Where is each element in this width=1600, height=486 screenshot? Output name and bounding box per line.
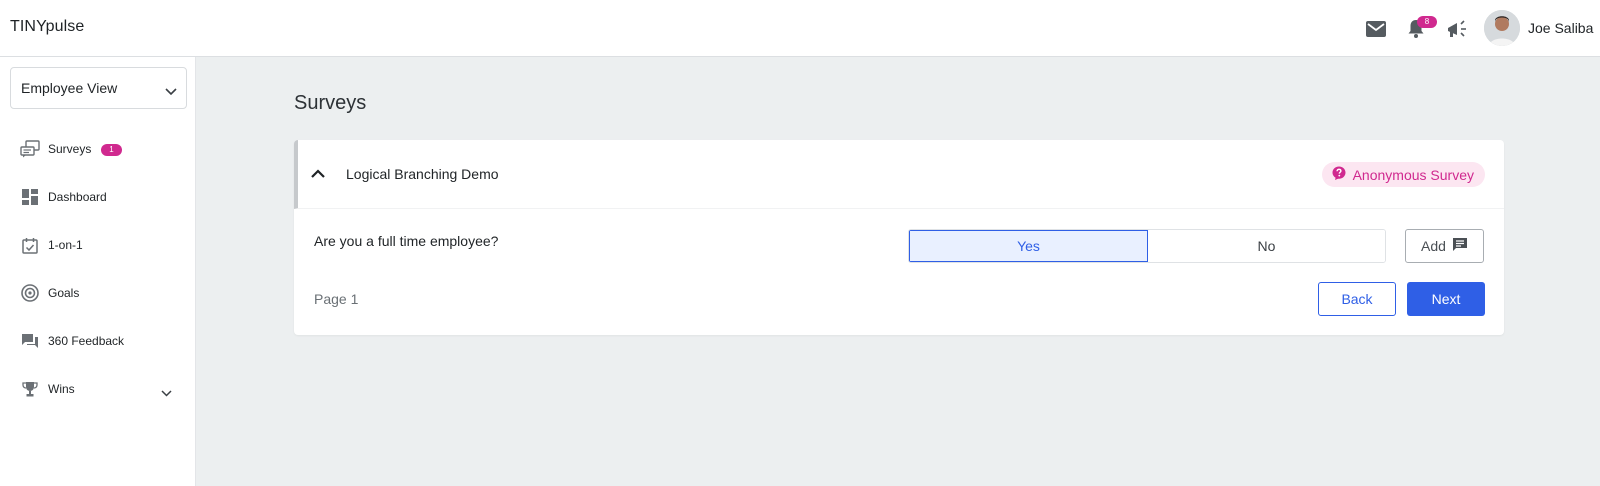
chevron-down-icon[interactable] bbox=[161, 384, 172, 402]
avatar[interactable] bbox=[1484, 10, 1520, 46]
sidebar-item-1-on-1[interactable]: 1-on-1 bbox=[0, 225, 196, 265]
comment-icon bbox=[1452, 237, 1468, 255]
feedback-icon bbox=[20, 331, 40, 351]
user-name[interactable]: Joe Saliba bbox=[1528, 20, 1593, 36]
survey-card: Logical Branching Demo Anonymous Survey … bbox=[294, 140, 1504, 335]
help-icon bbox=[1332, 166, 1346, 183]
page-indicator: Page 1 bbox=[314, 291, 359, 307]
page-title: Surveys bbox=[294, 92, 367, 114]
sidebar-item-label: 360 Feedback bbox=[48, 334, 125, 348]
sidebar-item-label: Goals bbox=[48, 286, 80, 300]
answer-toggle: Yes No bbox=[908, 229, 1386, 263]
question-text: Are you a full time employee? bbox=[314, 233, 499, 249]
anonymous-survey-label: Anonymous Survey bbox=[1352, 166, 1474, 183]
sidebar-item-goals[interactable]: Goals bbox=[0, 273, 196, 313]
mail-icon[interactable] bbox=[1365, 18, 1387, 40]
chevron-down-icon bbox=[165, 83, 177, 101]
answer-yes-button[interactable]: Yes bbox=[909, 230, 1148, 262]
megaphone-icon[interactable] bbox=[1446, 18, 1468, 40]
back-button[interactable]: Back bbox=[1318, 282, 1396, 316]
sidebar-item-dashboard[interactable]: Dashboard bbox=[0, 177, 196, 217]
sidebar-item-surveys[interactable]: Surveys 1 bbox=[0, 129, 196, 169]
add-comment-button[interactable]: Add bbox=[1405, 229, 1484, 263]
calendar-check-icon bbox=[20, 235, 40, 255]
target-icon bbox=[20, 283, 40, 303]
sidebar-item-label: Dashboard bbox=[48, 190, 107, 204]
sidebar-item-label: Surveys bbox=[48, 142, 92, 156]
sidebar: Employee View Surveys 1 Dashboard 1-on-1… bbox=[0, 57, 196, 486]
sidebar-item-label: Wins bbox=[48, 382, 75, 396]
anonymous-survey-badge: Anonymous Survey bbox=[1321, 162, 1485, 187]
survey-card-header[interactable]: Logical Branching Demo Anonymous Survey bbox=[294, 140, 1504, 209]
surveys-icon bbox=[20, 139, 40, 159]
survey-name: Logical Branching Demo bbox=[346, 166, 499, 182]
sidebar-item-wins[interactable]: Wins bbox=[0, 369, 196, 409]
surveys-count-badge: 1 bbox=[101, 144, 122, 156]
dashboard-icon bbox=[20, 187, 40, 207]
chevron-up-icon[interactable] bbox=[310, 166, 330, 182]
notification-count-badge: 8 bbox=[1417, 16, 1437, 28]
sidebar-item-label: 1-on-1 bbox=[48, 238, 83, 252]
view-select-value: Employee View bbox=[21, 80, 118, 96]
view-select[interactable]: Employee View bbox=[10, 67, 187, 109]
sidebar-item-360-feedback[interactable]: 360 Feedback bbox=[0, 321, 196, 361]
top-bar: TINYpulse 8 Joe Saliba bbox=[0, 0, 1600, 57]
next-button[interactable]: Next bbox=[1407, 282, 1485, 316]
add-comment-label: Add bbox=[1421, 238, 1446, 254]
trophy-icon bbox=[20, 379, 40, 399]
answer-no-button[interactable]: No bbox=[1148, 230, 1385, 262]
brand-logo[interactable]: TINYpulse bbox=[10, 18, 84, 36]
